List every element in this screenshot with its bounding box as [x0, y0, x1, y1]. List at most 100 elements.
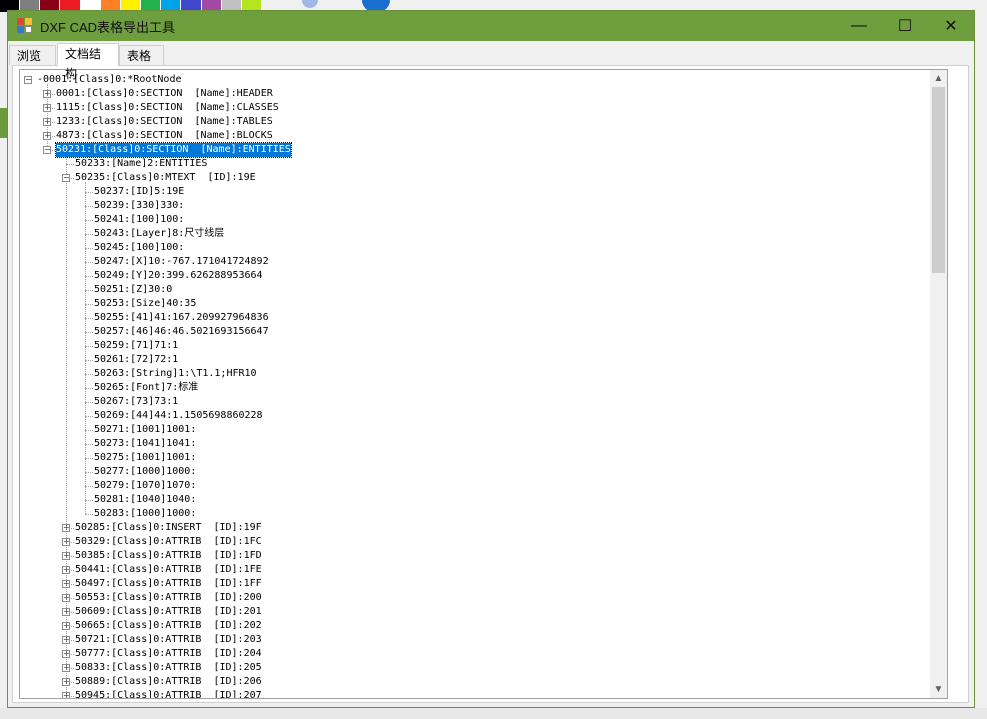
app-icon	[17, 18, 33, 34]
expand-icon[interactable]: +	[62, 622, 70, 630]
tree-node[interactable]: 50553:[Class]0:ATTRIB [ID]:200	[75, 591, 262, 605]
scroll-down-icon[interactable]: ▼	[930, 681, 947, 698]
tree-node[interactable]: 50253:[Size]40:35	[94, 297, 196, 311]
tree-connector	[85, 248, 93, 249]
tree-connector	[85, 346, 93, 347]
tree-connector	[85, 206, 93, 207]
tree-node[interactable]: 50283:[1000]1000:	[94, 507, 196, 521]
tree-node[interactable]: 50255:[41]41:167.209927964836	[94, 311, 269, 325]
tree-node[interactable]: 50271:[1001]1001:	[94, 423, 196, 437]
tree-connector	[85, 430, 93, 431]
tree-node[interactable]: 50777:[Class]0:ATTRIB [ID]:204	[75, 647, 262, 661]
tree-node[interactable]: 50329:[Class]0:ATTRIB [ID]:1FC	[75, 535, 262, 549]
tree-node[interactable]: 50261:[72]72:1	[94, 353, 178, 367]
tree-node[interactable]: 50237:[ID]5:19E	[94, 185, 184, 199]
title-bar[interactable]: DXF CAD表格导出工具 — ☐ ✕	[8, 11, 974, 41]
tree-node[interactable]: 50263:[String]1:\T1.1;HFR10	[94, 367, 257, 381]
tree-node[interactable]: 50267:[73]73:1	[94, 395, 178, 409]
tree-node[interactable]: 50249:[Y]20:399.626288953664	[94, 269, 263, 283]
tree-connector	[85, 234, 93, 235]
tree-node[interactable]: 1115:[Class]0:SECTION [Name]:CLASSES	[56, 101, 279, 115]
tree-node[interactable]: 0001:[Class]0:SECTION [Name]:HEADER	[56, 87, 273, 101]
tree-node[interactable]: 50277:[1000]1000:	[94, 465, 196, 479]
tree-connector	[85, 472, 93, 473]
tree-connector	[85, 262, 93, 263]
tree-node[interactable]: 50441:[Class]0:ATTRIB [ID]:1FE	[75, 563, 262, 577]
tree-node[interactable]: 50233:[Name]2:ENTITIES	[75, 157, 207, 171]
tab-table[interactable]: 表格	[119, 45, 164, 65]
tree-node[interactable]: 50945:[Class]0:ATTRIB [ID]:207	[75, 689, 262, 698]
expand-icon[interactable]: +	[43, 118, 51, 126]
document-tree[interactable]: − -0001:[Class]0:*RootNode +0001:[Class]0:…	[19, 69, 948, 699]
scroll-up-icon[interactable]: ▲	[930, 70, 947, 87]
tree-node[interactable]: 50609:[Class]0:ATTRIB [ID]:201	[75, 605, 262, 619]
close-button[interactable]: ✕	[928, 11, 974, 41]
tree-connector	[85, 220, 93, 221]
expand-icon[interactable]: +	[43, 104, 51, 112]
expand-icon[interactable]: +	[62, 650, 70, 658]
expand-icon[interactable]: +	[62, 664, 70, 672]
tree-node[interactable]: 50257:[46]46:46.5021693156647	[94, 325, 269, 339]
tree-connector	[85, 360, 93, 361]
tree-node[interactable]: 50833:[Class]0:ATTRIB [ID]:205	[75, 661, 262, 675]
scroll-thumb[interactable]	[932, 87, 945, 273]
expand-icon[interactable]: +	[43, 90, 51, 98]
tree-node[interactable]: 50239:[330]330:	[94, 199, 184, 213]
tree-node[interactable]: 50231:[Class]0:SECTION [Name]:ENTITIES	[55, 142, 292, 158]
collapse-icon[interactable]: −	[62, 174, 70, 182]
tree-connector	[85, 276, 93, 277]
collapse-icon[interactable]: −	[24, 76, 32, 84]
expand-icon[interactable]: +	[62, 678, 70, 686]
tree-node[interactable]: 1233:[Class]0:SECTION [Name]:TABLES	[56, 115, 273, 129]
expand-icon[interactable]: +	[62, 692, 70, 698]
tree-node[interactable]: 50721:[Class]0:ATTRIB [ID]:203	[75, 633, 262, 647]
tree-connector	[85, 458, 93, 459]
tree-node[interactable]: 50251:[Z]30:0	[94, 283, 172, 297]
expand-icon[interactable]: +	[62, 538, 70, 546]
tree-node[interactable]: 50265:[Font]7:标准	[94, 381, 198, 395]
tree-connector	[85, 416, 93, 417]
tree-node[interactable]: 50235:[Class]0:MTEXT [ID]:19E	[75, 171, 256, 185]
expand-icon[interactable]: +	[62, 566, 70, 574]
tab-document-structure[interactable]: 文档结构	[57, 43, 119, 81]
expand-icon[interactable]: +	[62, 594, 70, 602]
tree-node[interactable]: -0001:[Class]0:*RootNode	[37, 73, 182, 87]
tree-node[interactable]: 50889:[Class]0:ATTRIB [ID]:206	[75, 675, 262, 689]
tree-node[interactable]: 50281:[1040]1040:	[94, 493, 196, 507]
tree-node[interactable]: 50665:[Class]0:ATTRIB [ID]:202	[75, 619, 262, 633]
collapse-icon[interactable]: −	[43, 146, 51, 154]
vertical-scrollbar[interactable]: ▲ ▼	[930, 70, 947, 698]
tree-node[interactable]: 50273:[1041]1041:	[94, 437, 196, 451]
tree-node[interactable]: 4873:[Class]0:SECTION [Name]:BLOCKS	[56, 129, 273, 143]
tree-node[interactable]: 50241:[100]100:	[94, 213, 184, 227]
tree-node[interactable]: 50247:[X]10:-767.171041724892	[94, 255, 269, 269]
expand-icon[interactable]: +	[62, 608, 70, 616]
tree-connector	[85, 514, 93, 515]
tree-node[interactable]: 50269:[44]44:1.1505698860228	[94, 409, 263, 423]
tab-panel: − -0001:[Class]0:*RootNode +0001:[Class]0:…	[12, 65, 969, 703]
tree-connector	[66, 164, 74, 165]
tree-node[interactable]: 50275:[1001]1001:	[94, 451, 196, 465]
tree-connector	[85, 290, 93, 291]
expand-icon[interactable]: +	[43, 132, 51, 140]
tree-node[interactable]: 50385:[Class]0:ATTRIB [ID]:1FD	[75, 549, 262, 563]
tree-node[interactable]: 50259:[71]71:1	[94, 339, 178, 353]
tree-node[interactable]: 50497:[Class]0:ATTRIB [ID]:1FF	[75, 577, 262, 591]
background-taskbar-strip	[0, 708, 987, 719]
tree-node[interactable]: 50245:[100]100:	[94, 241, 184, 255]
tab-browse[interactable]: 浏览	[9, 45, 56, 65]
maximize-button[interactable]: ☐	[882, 11, 928, 41]
tree-node[interactable]: 50285:[Class]0:INSERT [ID]:19F	[75, 521, 262, 535]
expand-icon[interactable]: +	[62, 552, 70, 560]
tree-connector	[85, 444, 93, 445]
tree-node[interactable]: 50243:[Layer]8:尺寸线层	[94, 227, 224, 241]
tree-node[interactable]: 50279:[1070]1070:	[94, 479, 196, 493]
expand-icon[interactable]: +	[62, 636, 70, 644]
expand-icon[interactable]: +	[62, 580, 70, 588]
expand-icon[interactable]: +	[62, 524, 70, 532]
tree-connector	[85, 486, 93, 487]
tree-connector	[85, 182, 86, 514]
minimize-button[interactable]: —	[836, 11, 882, 41]
tree-connector	[85, 318, 93, 319]
tree-connector	[85, 192, 93, 193]
